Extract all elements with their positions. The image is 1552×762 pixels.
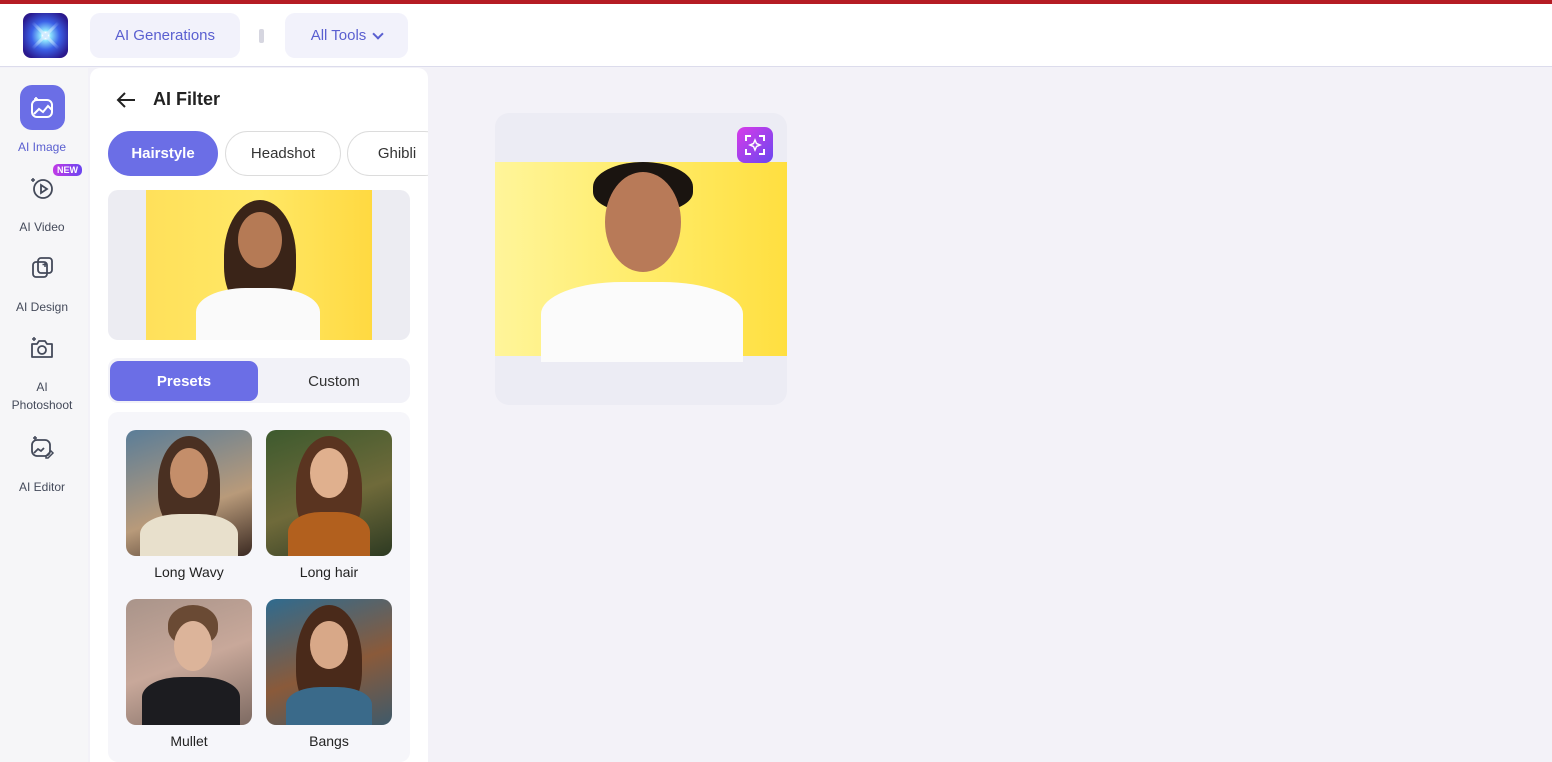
sidebar-label: AI Video (19, 220, 65, 234)
ai-filter-panel: AI Filter Hairstyle Headshot Ghibli Pres… (90, 68, 428, 762)
sidebar-label: AI Design (15, 300, 69, 314)
custom-button[interactable]: Custom (260, 361, 408, 401)
source-photo (146, 190, 372, 340)
left-sidebar: AI Image NEW AI Video AI Design AI Photo… (0, 68, 88, 762)
ai-image-icon (19, 85, 65, 130)
new-badge: NEW (53, 164, 82, 176)
expand-icon (745, 135, 765, 155)
preset-grid: Long Wavy Long hair Mullet Bangs (108, 412, 410, 762)
camera-icon (20, 325, 65, 370)
filter-tabs: Hairstyle Headshot Ghibli (108, 131, 428, 177)
preset-thumbnail (126, 599, 252, 725)
preset-card-mullet[interactable]: Mullet (126, 599, 252, 749)
preset-label: Long Wavy (154, 564, 224, 580)
sidebar-item-ai-design[interactable]: AI Design (0, 245, 84, 316)
preset-thumbnail (266, 599, 392, 725)
tab-hairstyle[interactable]: Hairstyle (108, 131, 218, 176)
preset-label: Bangs (309, 733, 349, 749)
all-tools-label: All Tools (310, 27, 367, 44)
sidebar-item-ai-photoshoot[interactable]: AI Photoshoot (0, 325, 84, 414)
result-photo (495, 162, 787, 362)
top-header: AI Generations All Tools (0, 4, 1552, 67)
arrow-left-icon[interactable] (115, 90, 137, 110)
preset-card-long-wavy[interactable]: Long Wavy (126, 430, 252, 580)
sidebar-item-ai-video[interactable]: NEW AI Video (0, 164, 84, 236)
tab-headshot[interactable]: Headshot (225, 131, 341, 176)
mode-segmented-control: Presets Custom (108, 358, 410, 403)
preset-card-bangs[interactable]: Bangs (266, 599, 392, 749)
sidebar-label: AI Photoshoot (11, 380, 73, 412)
preset-label: Mullet (170, 733, 208, 749)
preset-label: Long hair (299, 564, 359, 580)
sidebar-label: AI Image (17, 140, 67, 154)
header-divider (259, 29, 264, 43)
ai-generations-label: AI Generations (114, 27, 216, 44)
source-image-preview[interactable] (108, 190, 410, 340)
focus-expand-button[interactable] (737, 127, 773, 163)
ai-design-icon (20, 245, 65, 290)
presets-button[interactable]: Presets (110, 361, 258, 401)
ai-generations-button[interactable]: AI Generations (90, 13, 240, 58)
result-image-card[interactable] (495, 113, 787, 405)
app-logo[interactable] (23, 13, 68, 58)
ai-editor-icon (20, 425, 65, 470)
preset-thumbnail (126, 430, 252, 556)
sidebar-label: AI Editor (18, 480, 66, 494)
preset-thumbnail (266, 430, 392, 556)
preset-card-long-hair[interactable]: Long hair (266, 430, 392, 580)
chevron-down-icon (372, 27, 384, 40)
tab-ghibli[interactable]: Ghibli (347, 131, 428, 176)
sidebar-item-ai-editor[interactable]: AI Editor (0, 425, 84, 496)
all-tools-dropdown[interactable]: All Tools (285, 13, 408, 58)
panel-title: AI Filter (153, 89, 221, 109)
sidebar-item-ai-image[interactable]: AI Image (0, 85, 84, 156)
